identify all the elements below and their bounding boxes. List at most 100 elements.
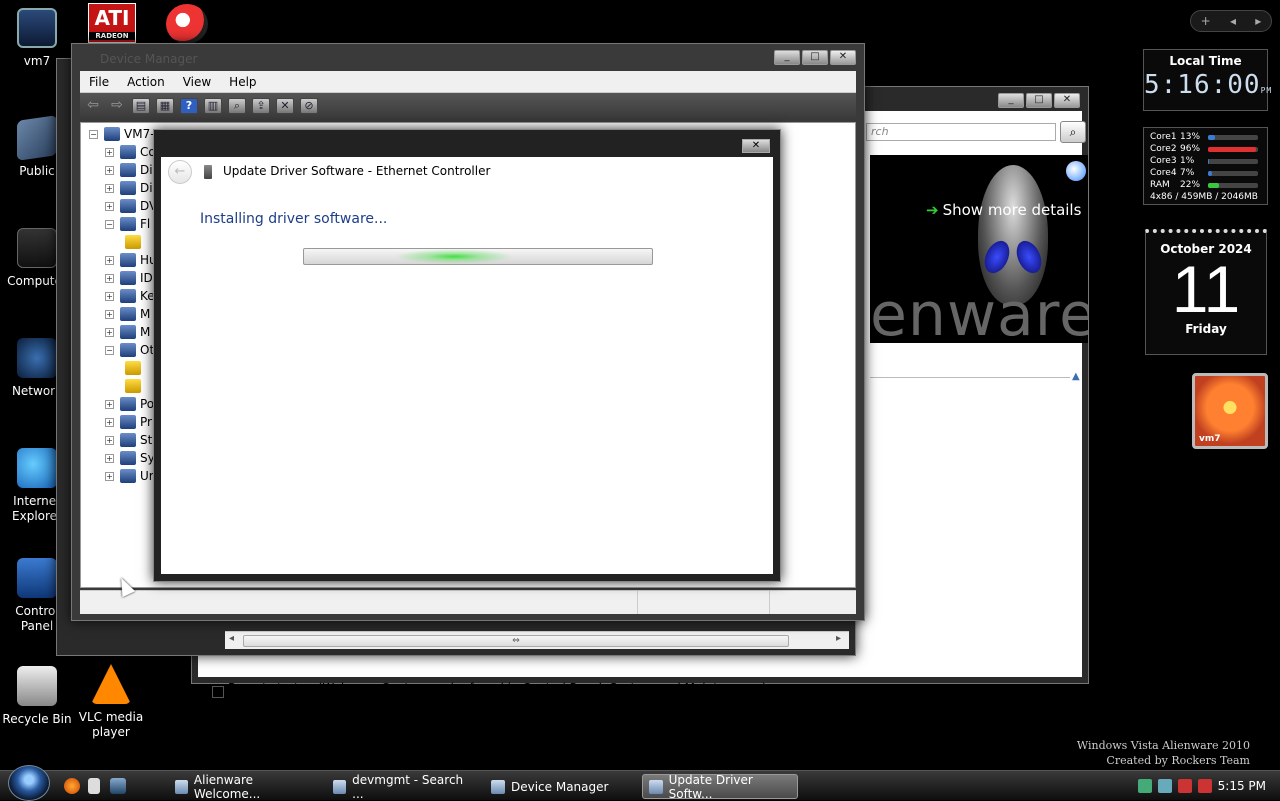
document-icon[interactable] xyxy=(88,778,100,794)
taskbar-clock[interactable]: 5:15 PM xyxy=(1218,779,1266,793)
menu-file[interactable]: File xyxy=(80,75,118,89)
minimize-button[interactable]: _ xyxy=(774,50,800,65)
menu-action[interactable]: Action xyxy=(118,75,174,89)
tree-node[interactable] xyxy=(125,233,145,251)
expand-icon[interactable]: + xyxy=(105,147,114,157)
tree-node[interactable]: + Di xyxy=(105,179,153,197)
expand-icon[interactable]: + xyxy=(105,291,114,301)
next-icon[interactable]: ▸ xyxy=(1255,14,1261,28)
scrollbar-thumb[interactable]: ⇔ xyxy=(243,635,789,647)
close-button[interactable]: ✕ xyxy=(1054,93,1080,108)
tree-node[interactable]: + Co xyxy=(105,143,156,161)
expand-icon[interactable]: + xyxy=(105,165,114,175)
back-arrow-icon[interactable]: ⇦ xyxy=(84,98,102,114)
network-tray-icon[interactable] xyxy=(1137,779,1152,793)
tree-node[interactable]: + Di xyxy=(105,161,153,179)
tree-node[interactable]: + Ur xyxy=(105,467,154,485)
expand-icon[interactable]: + xyxy=(105,471,114,481)
tree-node[interactable] xyxy=(125,359,145,377)
show-more-details-link[interactable]: ➔ Show more details xyxy=(926,201,1081,219)
run-at-startup-checkbox[interactable]: ✓ Run at startup (Welcome Center can be f… xyxy=(212,681,767,698)
add-gadget-icon[interactable]: + xyxy=(1201,14,1211,28)
taskbar-button-update-driver[interactable]: Update Driver Softw... xyxy=(642,773,798,801)
collapse-icon[interactable]: − xyxy=(105,219,114,229)
taskbar-button-device-manager[interactable]: Device Manager xyxy=(484,774,630,799)
search-icon[interactable]: ⌕ xyxy=(1060,121,1086,143)
taskbar-button-welcome[interactable]: Alienware Welcome... xyxy=(168,773,314,801)
show-hide-tree-icon[interactable]: ▤ xyxy=(132,98,150,114)
help-icon[interactable]: ? xyxy=(180,98,198,114)
expand-icon[interactable]: + xyxy=(105,399,114,409)
update-driver-icon[interactable]: ⇪ xyxy=(252,98,270,114)
expand-icon[interactable]: + xyxy=(105,255,114,265)
expand-icon[interactable]: + xyxy=(105,453,114,463)
expand-icon[interactable]: + xyxy=(105,435,114,445)
taskbar-button-search[interactable]: devmgmt - Search ... xyxy=(326,773,472,801)
tree-node[interactable]: + Sy xyxy=(105,449,155,467)
collapse-icon[interactable]: − xyxy=(105,345,114,355)
desktop-icon-recycle-bin[interactable]: Recycle Bin xyxy=(0,666,74,727)
tree-node[interactable]: + M xyxy=(105,323,150,341)
clock-gadget[interactable]: Local Time 5:16:00PM xyxy=(1143,49,1271,111)
maximize-button[interactable]: □ xyxy=(802,50,828,65)
tree-node[interactable] xyxy=(125,377,145,395)
start-orb-icon[interactable] xyxy=(8,765,50,801)
forward-arrow-icon[interactable]: ⇨ xyxy=(108,98,126,114)
tree-node[interactable]: + DV xyxy=(105,197,157,215)
other-devices-icon xyxy=(120,343,136,357)
checkbox-icon[interactable]: ✓ xyxy=(212,686,224,698)
ati-radeon-icon[interactable]: ATI RADEON xyxy=(88,3,136,43)
firefox-icon[interactable] xyxy=(64,778,80,794)
desktop-icon-vlc[interactable]: VLC media player xyxy=(74,664,148,740)
expand-icon[interactable]: + xyxy=(105,273,114,283)
slideshow-gadget[interactable]: vm7 xyxy=(1192,373,1268,449)
tree-node[interactable]: + Po xyxy=(105,395,154,413)
close-button[interactable]: ✕ xyxy=(742,139,770,153)
search-input[interactable]: rch xyxy=(866,123,1056,141)
cpu-meter-gadget[interactable]: Core1 13% Core2 96% Core3 1% Core4 7% RAM 22%… xyxy=(1143,127,1268,205)
alert-icon[interactable] xyxy=(1197,779,1212,793)
safely-remove-icon[interactable] xyxy=(1157,779,1172,793)
expand-icon[interactable]: + xyxy=(105,417,114,427)
horizontal-scrollbar[interactable]: ◂ ⇔ ▸ xyxy=(225,631,849,649)
minimize-button[interactable]: _ xyxy=(998,93,1024,108)
tree-node[interactable]: − Fl xyxy=(105,215,150,233)
tree-node[interactable]: + Pr xyxy=(105,413,152,431)
volume-muted-icon[interactable] xyxy=(1177,779,1192,793)
view-icon[interactable]: ▥ xyxy=(204,98,222,114)
expand-icon[interactable]: + xyxy=(105,183,114,193)
chevron-up-icon[interactable]: ▲ xyxy=(1072,371,1080,382)
clock-ampm: PM xyxy=(1260,86,1273,95)
tree-node[interactable]: + St xyxy=(105,431,152,449)
show-more-label: Show more details xyxy=(942,201,1082,219)
properties-icon[interactable]: ▦ xyxy=(156,98,174,114)
collapse-icon[interactable]: − xyxy=(89,129,98,139)
tree-node[interactable]: + Hu xyxy=(105,251,157,269)
scroll-right-icon[interactable]: ▸ xyxy=(836,633,841,644)
tree-node[interactable]: + Ke xyxy=(105,287,155,305)
tree-node[interactable]: + M xyxy=(105,305,150,323)
close-button[interactable]: ✕ xyxy=(830,50,856,65)
show-desktop-icon[interactable] xyxy=(110,778,126,794)
dialog-title: Update Driver Software - Ethernet Contro… xyxy=(223,164,491,178)
tree-root[interactable]: − VM7- xyxy=(89,125,155,143)
slideshow-label: vm7 xyxy=(1199,434,1221,444)
menu-help[interactable]: Help xyxy=(220,75,265,89)
red-app-icon[interactable] xyxy=(166,4,208,44)
expand-icon[interactable]: + xyxy=(105,327,114,337)
expand-icon[interactable]: + xyxy=(105,309,114,319)
mouse-icon xyxy=(120,307,136,321)
menu-view[interactable]: View xyxy=(174,75,220,89)
uninstall-icon[interactable]: ✕ xyxy=(276,98,294,114)
back-arrow-icon[interactable]: ← xyxy=(168,160,192,184)
calendar-gadget[interactable]: October 2024 11 Friday xyxy=(1145,229,1267,355)
maximize-button[interactable]: □ xyxy=(1026,93,1052,108)
disable-icon[interactable]: ⊘ xyxy=(300,98,318,114)
expand-icon[interactable]: + xyxy=(105,201,114,211)
scroll-left-icon[interactable]: ◂ xyxy=(229,633,234,644)
scan-hardware-icon[interactable]: ⌕ xyxy=(228,98,246,114)
tree-node-label: Fl xyxy=(140,217,151,231)
tree-node[interactable]: − Ot xyxy=(105,341,154,359)
tree-node[interactable]: + ID xyxy=(105,269,153,287)
prev-icon[interactable]: ◂ xyxy=(1230,14,1236,28)
